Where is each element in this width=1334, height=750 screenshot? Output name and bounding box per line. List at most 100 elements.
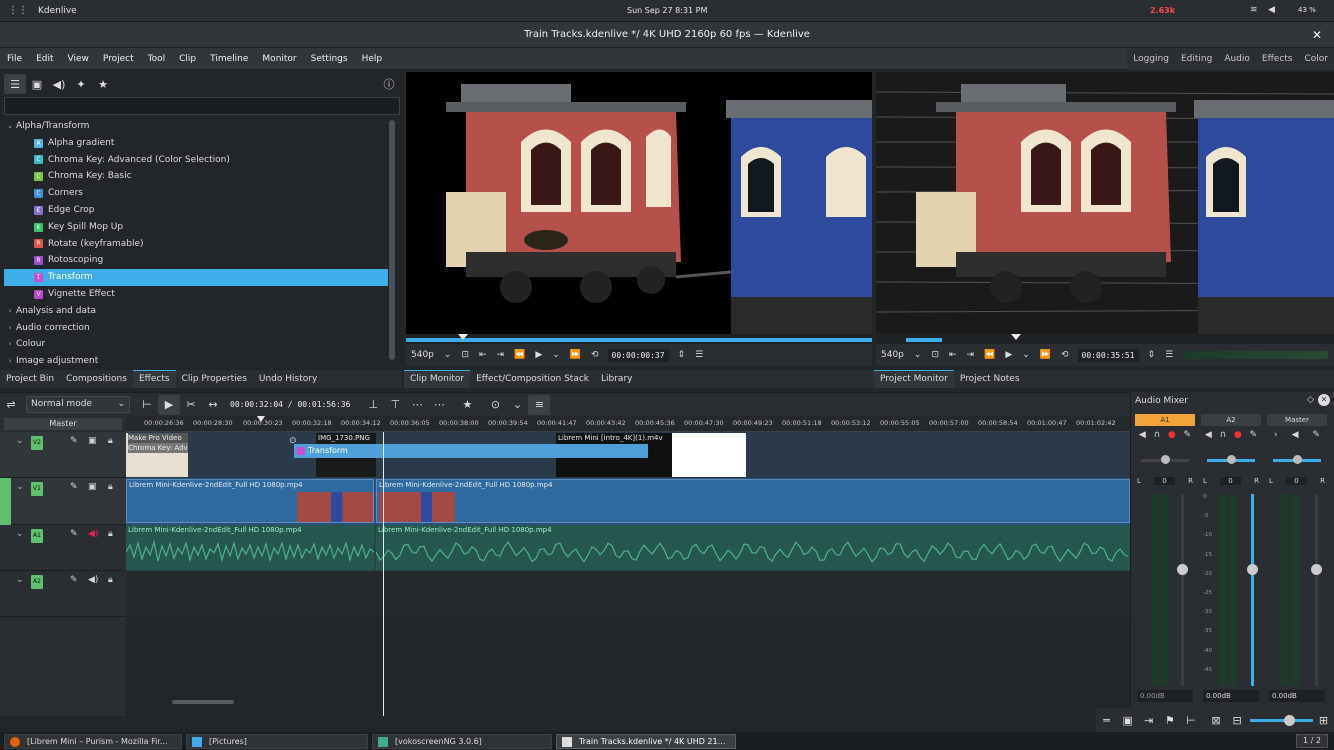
mute-icon[interactable]: ◀	[1139, 430, 1146, 446]
effect-item[interactable]: E Edge Crop	[4, 202, 388, 219]
razor-mode-icon[interactable]: ⊢	[136, 395, 158, 415]
solo-icon[interactable]: ∩	[1154, 430, 1161, 446]
record-icon[interactable]: ●	[1234, 430, 1242, 446]
track-height-icon[interactable]: ═	[1096, 710, 1117, 730]
lock-icon[interactable]: 🔒︎	[108, 482, 113, 492]
effect-item-selected[interactable]: T Transform	[4, 269, 388, 286]
pan-slider[interactable]	[1207, 455, 1255, 464]
tab-project-monitor[interactable]: Project Monitor	[874, 370, 954, 388]
video-clip[interactable]: Librem Mini-Kdenlive-2ndEdit_Full HD 108…	[126, 479, 374, 523]
clip-monitor-view[interactable]	[406, 72, 872, 334]
effects-icon[interactable]: ✎	[70, 529, 78, 539]
clip-monitor-ruler[interactable]	[406, 334, 872, 344]
chevron-down-icon[interactable]: ⌄	[1017, 350, 1035, 360]
video-effects-icon[interactable]: ▣	[26, 74, 48, 94]
chevron-down-icon[interactable]: ⌄	[16, 436, 24, 446]
menu-settings[interactable]: Settings	[304, 48, 355, 70]
menu-project[interactable]: Project	[96, 48, 141, 70]
effects-icon[interactable]: ✎	[70, 575, 78, 585]
loop-icon[interactable]: ⟲	[1056, 350, 1074, 360]
set-out-icon[interactable]: ⇥	[492, 350, 510, 360]
project-timecode[interactable]: 00:00:35:51	[1077, 348, 1139, 362]
zoom-in-icon[interactable]: ⊞	[1313, 710, 1334, 730]
menu-view[interactable]: View	[61, 48, 96, 70]
pan-value[interactable]: 0	[1154, 477, 1175, 485]
pan-slider[interactable]	[1141, 455, 1189, 464]
volume-fader[interactable]	[1311, 494, 1322, 686]
tab-project-notes[interactable]: Project Notes	[954, 371, 1026, 388]
record-icon[interactable]: ●	[1168, 430, 1176, 446]
menu-timeline[interactable]: Timeline	[203, 48, 255, 70]
save-icon[interactable]: ▣	[1117, 710, 1138, 730]
spinner-icon[interactable]: ⇕	[673, 350, 691, 360]
playhead[interactable]	[383, 432, 384, 716]
close-icon[interactable]: ✕	[1318, 394, 1330, 406]
mixer-toggle-icon[interactable]: ≡	[528, 394, 551, 415]
track-header-v1[interactable]: ⌄ V1 ✎ ▣ 🔒︎	[0, 478, 126, 525]
clip-zoom-select[interactable]: 540p	[406, 350, 439, 360]
chevron-down-icon[interactable]: ⌄	[16, 482, 24, 492]
zone-icon[interactable]: ⊢	[1180, 710, 1201, 730]
tree-category[interactable]: › Image adjustment	[4, 353, 388, 370]
chevron-right-icon[interactable]: ›	[1274, 430, 1278, 446]
zoom-fit-icon[interactable]: ⊠	[1205, 710, 1226, 730]
audio-effects-icon[interactable]: ◀)	[48, 74, 70, 94]
chevron-down-icon[interactable]: ⌄	[506, 395, 528, 415]
pager[interactable]: 1 / 2	[1296, 734, 1328, 748]
solo-icon[interactable]: ∩	[1220, 430, 1227, 446]
timeline-settings-icon[interactable]: ⇌	[0, 395, 22, 415]
track-header-a2[interactable]: ⌄ A2 ✎ ◀) 🔒︎	[0, 571, 126, 617]
clock[interactable]: Sun Sep 27 8:31 PM	[627, 6, 707, 15]
effects-icon[interactable]: ✎	[70, 482, 78, 492]
track-header-a1[interactable]: ⌄ A1 ✎ ◀) 🔒︎	[0, 525, 126, 571]
task-vokoscreen[interactable]: [vokoscreenNG 3.0.6]	[372, 734, 552, 749]
effects-icon[interactable]: ✎	[1184, 430, 1192, 446]
loop-icon[interactable]: ⟲	[586, 350, 604, 360]
task-pictures[interactable]: [Pictures]	[186, 734, 368, 749]
audio-clip[interactable]: Librem Mini-Kdenlive-2ndEdit_Full HD 108…	[376, 525, 1130, 570]
layout-effects[interactable]: Effects	[1256, 48, 1299, 70]
volume-icon[interactable]: ◀)	[88, 575, 98, 585]
chevron-down-icon[interactable]: ⌄	[16, 529, 24, 539]
tree-category[interactable]: ⌄ Alpha/Transform	[4, 118, 388, 135]
title-clip[interactable]: Make Pro Video Chroma Key: Adv	[126, 433, 188, 477]
menu-edit[interactable]: Edit	[29, 48, 60, 70]
volume-fader[interactable]	[1177, 494, 1188, 686]
cut-tool-icon[interactable]: ✂	[180, 395, 202, 415]
rewind-icon[interactable]: ⏪	[509, 350, 530, 360]
zoom-out-icon[interactable]: ⊟	[1227, 710, 1248, 730]
custom-effects-icon[interactable]: ✦	[70, 74, 92, 94]
effects-icon[interactable]: ✎	[70, 436, 78, 446]
effects-icon[interactable]: ✎	[1312, 430, 1320, 446]
favorite-star-icon[interactable]: ★	[456, 395, 478, 415]
menu-tool[interactable]: Tool	[141, 48, 172, 70]
layout-color[interactable]: Color	[1299, 48, 1334, 70]
snap-icon[interactable]: ⊙	[484, 395, 506, 415]
pan-value[interactable]: 0	[1220, 477, 1241, 485]
menu-clip[interactable]: Clip	[172, 48, 203, 70]
task-firefox[interactable]: [Librem Mini – Purism - Mozilla Fir...	[4, 734, 182, 749]
overwrite-icon[interactable]: ⊤	[384, 395, 406, 415]
menu-monitor[interactable]: Monitor	[255, 48, 303, 70]
effect-item[interactable]: R Rotate (keyframable)	[4, 236, 388, 253]
timeline-tracks[interactable]: Make Pro Video Chroma Key: Adv IMG_1730.…	[126, 432, 1130, 716]
info-icon[interactable]: ⓘ	[378, 74, 400, 94]
set-in-icon[interactable]: ⇤	[474, 350, 492, 360]
volume-db-field[interactable]: 0.00dB	[1203, 690, 1259, 702]
project-monitor-ruler[interactable]	[876, 334, 1334, 344]
transform-composition[interactable]: Transform	[294, 444, 648, 458]
list-view-icon[interactable]: ☰	[4, 74, 26, 94]
marker-icon[interactable]: ⚑	[1159, 710, 1180, 730]
tree-category[interactable]: › Audio correction	[4, 320, 388, 337]
project-monitor-view[interactable]	[876, 72, 1334, 334]
spinner-icon[interactable]: ⇕	[1143, 350, 1161, 360]
tab-effect-stack[interactable]: Effect/Composition Stack	[470, 371, 595, 388]
play-icon[interactable]: ▶	[1000, 350, 1017, 360]
clip-timecode[interactable]: 00:00:00:37	[607, 348, 669, 362]
keyframe-icon[interactable]: ⊙	[289, 436, 297, 446]
insert-icon[interactable]: ⊥	[362, 395, 384, 415]
pan-value[interactable]: 0	[1286, 477, 1307, 485]
set-out-icon[interactable]: ⇥	[962, 350, 980, 360]
tab-effects[interactable]: Effects	[132, 370, 176, 388]
play-icon[interactable]: ▶	[530, 350, 547, 360]
